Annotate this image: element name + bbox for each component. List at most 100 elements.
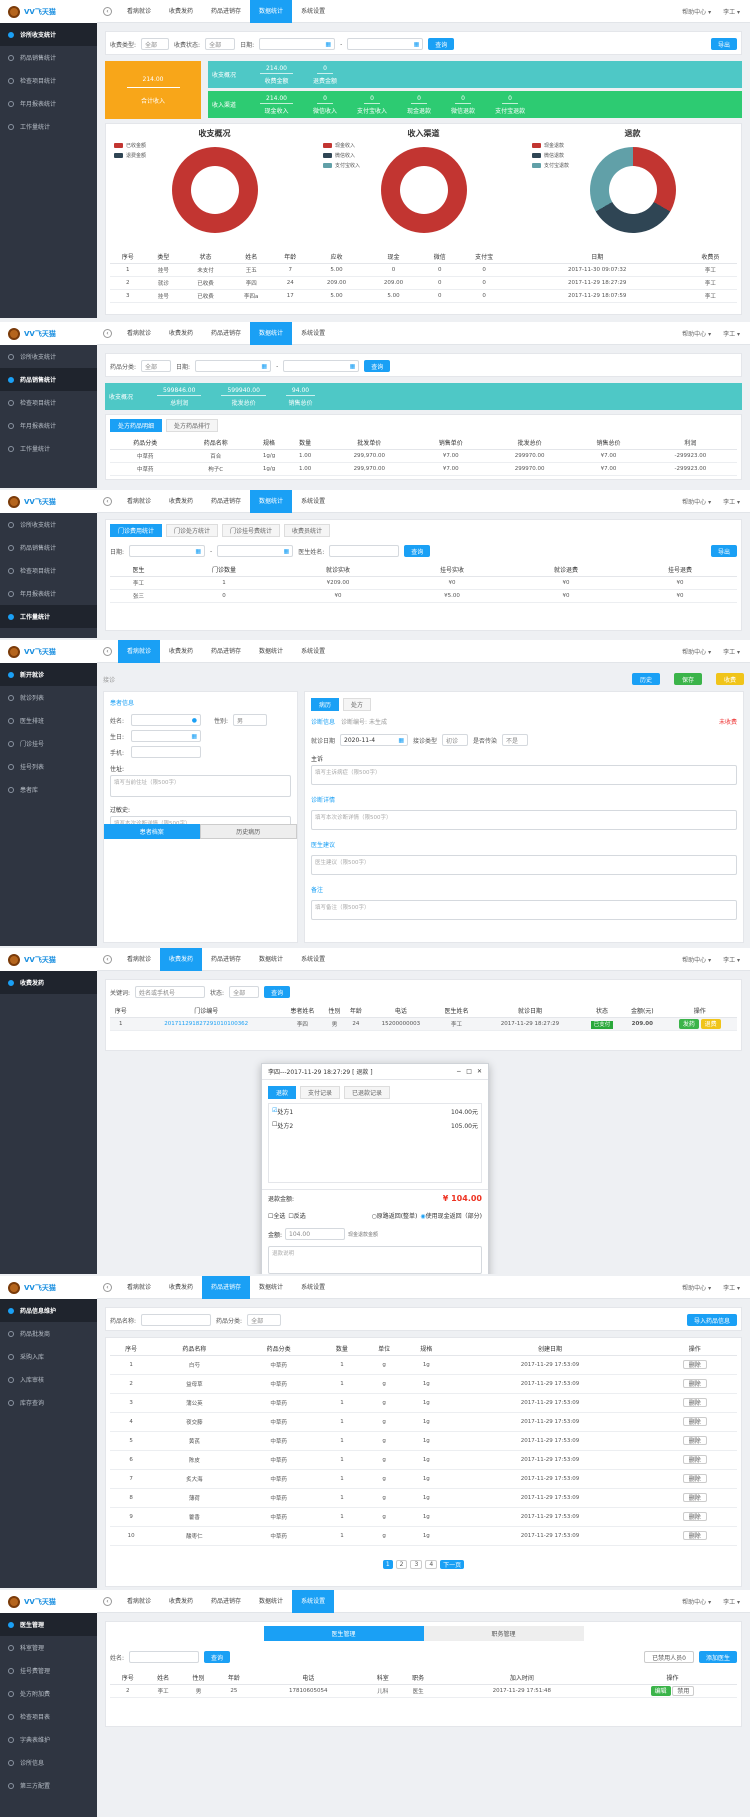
query-button[interactable]: 查询 — [264, 986, 291, 998]
tab-inventory[interactable]: 药品进销存 — [202, 1590, 250, 1613]
select-all-checkbox[interactable]: ☐全选 — [268, 1211, 285, 1220]
charge-button[interactable]: 收费 — [716, 673, 744, 685]
sidebar-item-report[interactable]: 年月报表统计 — [0, 92, 97, 115]
delete-button[interactable]: 删除 — [682, 1360, 707, 1369]
user-menu[interactable]: 李工 ▾ — [723, 7, 740, 16]
tab-position-management[interactable]: 职务管理 — [423, 1626, 584, 1641]
help-center[interactable]: 帮助中心 ▾ — [682, 497, 711, 506]
back-icon[interactable]: ‹ — [103, 1596, 112, 1606]
help-center[interactable]: 帮助中心 ▾ — [682, 955, 711, 964]
tab-charge[interactable]: 收费发药 — [160, 0, 202, 23]
end-date-input[interactable]: ▦ — [347, 38, 424, 50]
query-button[interactable]: 查询 — [204, 1651, 231, 1663]
help-center[interactable]: 帮助中心 ▾ — [682, 1283, 711, 1292]
delete-button[interactable]: 删除 — [682, 1531, 707, 1540]
tab-charge[interactable]: 收费发药 — [160, 640, 202, 663]
help-center[interactable]: 帮助中心 ▾ — [682, 1597, 711, 1606]
original-route-radio[interactable]: ○原路返回(整单) — [371, 1211, 417, 1220]
tab-charge[interactable]: 收费发药 — [160, 490, 202, 513]
tab-diagnosis[interactable]: 看病就诊 — [118, 0, 160, 23]
page-4[interactable]: 4 — [425, 1559, 438, 1569]
disable-button[interactable]: 禁用 — [672, 1685, 695, 1696]
infectious-select[interactable]: 不是 — [502, 734, 529, 746]
start-date-input[interactable]: ▦ — [129, 545, 206, 557]
import-drug-button[interactable]: 导入药品信息 — [686, 1314, 737, 1326]
tab-settings[interactable]: 系统设置 — [292, 948, 334, 971]
advice-textarea[interactable]: 医生建议（限500字） — [311, 855, 737, 875]
visit-number-link[interactable]: 201711291827291010100362 — [131, 1017, 281, 1031]
refund-button[interactable]: 退费 — [700, 1018, 721, 1029]
invert-checkbox[interactable]: ☐反选 — [288, 1211, 305, 1220]
sidebar-item-clinic-info[interactable]: 诊所信息 — [0, 1751, 97, 1774]
birthday-input[interactable]: ▦ — [131, 730, 201, 742]
maximize-icon[interactable]: □ — [466, 1068, 472, 1075]
remark-textarea[interactable]: 填写备注（限500字） — [311, 900, 737, 920]
tab-inventory[interactable]: 药品进销存 — [202, 322, 250, 345]
sidebar-item-purchase[interactable]: 采购入库 — [0, 1345, 97, 1368]
tab-charge[interactable]: 收费发药 — [160, 322, 202, 345]
visit-date-input[interactable]: 2020-11-4 ▦ — [340, 734, 409, 746]
tab-registration-fees[interactable]: 门诊挂号费统计 — [222, 524, 281, 537]
sidebar-item-income[interactable]: 诊所收支统计 — [0, 23, 97, 46]
address-textarea[interactable]: 填写当前住址（限500字） — [110, 775, 291, 797]
sidebar-item-extra-fee[interactable]: 处方附加费 — [0, 1682, 97, 1705]
tab-drug-detail[interactable]: 处方药品明细 — [110, 419, 163, 432]
help-center[interactable]: 帮助中心 ▾ — [682, 329, 711, 338]
user-menu[interactable]: 李工 ▾ — [723, 647, 740, 656]
delete-button[interactable]: 删除 — [682, 1398, 707, 1407]
tab-prescriptions[interactable]: 门诊处方统计 — [166, 524, 219, 537]
user-menu[interactable]: 李工 ▾ — [723, 329, 740, 338]
back-icon[interactable]: ‹ — [103, 954, 112, 964]
visit-type-select[interactable]: 初诊 — [442, 734, 469, 746]
sidebar-item-doctors[interactable]: 医生管理 — [0, 1613, 97, 1636]
sidebar-item-drug-sales[interactable]: 药品销售统计 — [0, 368, 97, 391]
tab-settings[interactable]: 系统设置 — [292, 490, 334, 513]
delete-button[interactable]: 删除 — [682, 1417, 707, 1426]
sidebar-item-patients[interactable]: 患者库 — [0, 778, 97, 801]
edit-button[interactable]: 编辑 — [650, 1685, 671, 1696]
tab-charge[interactable]: 收费发药 — [160, 1590, 202, 1613]
doctor-name-input[interactable] — [129, 1651, 200, 1663]
tab-stats[interactable]: 数据统计 — [250, 322, 293, 345]
list-item[interactable]: ☑ 处方1 104.00元 — [272, 1107, 478, 1116]
page-2[interactable]: 2 — [395, 1559, 408, 1569]
back-icon[interactable]: ‹ — [103, 1282, 112, 1292]
sidebar-item-exam[interactable]: 检查项目统计 — [0, 391, 97, 414]
sidebar-item-drug-sales[interactable]: 药品销售统计 — [0, 46, 97, 69]
tab-drug-rank[interactable]: 处方药品排行 — [166, 419, 219, 432]
tab-diagnosis[interactable]: 看病就诊 — [118, 490, 160, 513]
tab-inventory[interactable]: 药品进销存 — [202, 0, 250, 23]
tab-stats[interactable]: 数据统计 — [250, 0, 293, 23]
patient-name-input[interactable]: ● — [131, 714, 201, 726]
tab-clinic-fees[interactable]: 门诊费用统计 — [110, 524, 163, 537]
tab-inventory[interactable]: 药品进销存 — [202, 1276, 251, 1299]
tab-diagnosis[interactable]: 看病就诊 — [118, 1590, 160, 1613]
delete-button[interactable]: 删除 — [682, 1436, 707, 1445]
sidebar-item-dictionary[interactable]: 字典表维护 — [0, 1728, 97, 1751]
sidebar-item-workload[interactable]: 工作量统计 — [0, 115, 97, 138]
tab-stats[interactable]: 数据统计 — [250, 1276, 292, 1299]
tab-diagnosis[interactable]: 看病就诊 — [118, 1276, 160, 1299]
tab-medical-record[interactable]: 病历 — [311, 698, 340, 711]
tab-stats[interactable]: 数据统计 — [250, 1590, 292, 1613]
tab-diagnosis[interactable]: 看病就诊 — [118, 948, 160, 971]
end-date-input[interactable]: ▦ — [283, 360, 360, 372]
sidebar-item-drug-sales[interactable]: 药品销售统计 — [0, 536, 97, 559]
back-icon[interactable]: ‹ — [103, 496, 112, 506]
sidebar-item-income[interactable]: 诊所收支统计 — [0, 513, 97, 536]
tab-inventory[interactable]: 药品进销存 — [202, 490, 250, 513]
tab-inventory[interactable]: 药品进销存 — [202, 948, 250, 971]
sidebar-item-income[interactable]: 诊所收支统计 — [0, 345, 97, 368]
tab-charge[interactable]: 收费发药 — [160, 1276, 202, 1299]
doctor-name-input[interactable] — [329, 545, 400, 557]
save-button[interactable]: 保存 — [674, 673, 702, 685]
start-date-input[interactable]: ▦ — [195, 360, 272, 372]
list-item[interactable]: ☐ 处方2 105.00元 — [272, 1121, 478, 1130]
tab-cashier[interactable]: 收费员统计 — [284, 524, 331, 537]
query-button[interactable]: 查询 — [428, 38, 455, 50]
sidebar-item-audit[interactable]: 入库审核 — [0, 1368, 97, 1391]
sidebar-item-exam[interactable]: 检查项目统计 — [0, 69, 97, 92]
tab-settings[interactable]: 系统设置 — [292, 1590, 335, 1613]
close-icon[interactable]: ✕ — [477, 1068, 482, 1075]
tab-refunded-record[interactable]: 已退款记录 — [344, 1086, 391, 1099]
